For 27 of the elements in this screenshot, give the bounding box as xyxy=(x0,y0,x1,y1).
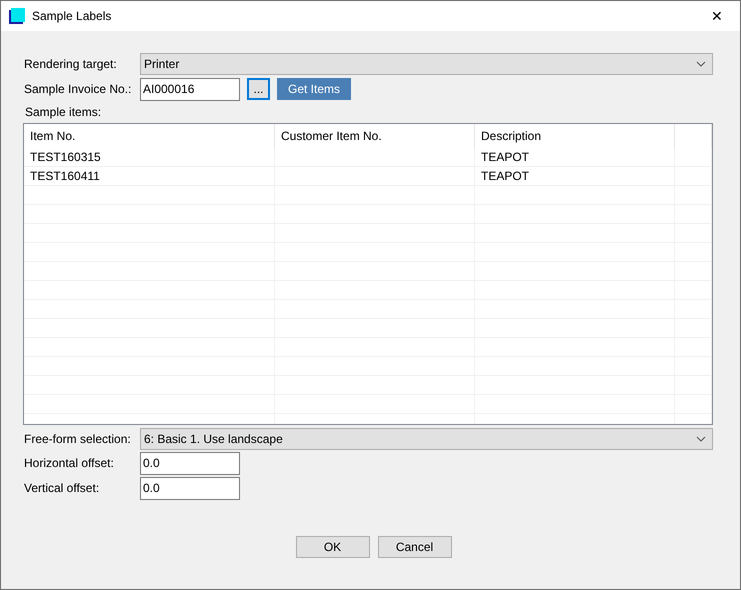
app-icon xyxy=(9,8,25,24)
input-field[interactable]: AI000016 xyxy=(140,78,240,100)
dropdown[interactable]: Printer xyxy=(140,53,713,75)
field-label: Rendering target: xyxy=(24,57,118,71)
chevron-icon xyxy=(696,61,706,67)
field-label: Vertical offset: xyxy=(24,481,100,495)
input-field[interactable]: 0.0 xyxy=(140,476,240,500)
close-button[interactable]: ✕ xyxy=(694,8,740,24)
column-header[interactable]: Item No. xyxy=(24,124,275,148)
cancel-button[interactable]: Cancel xyxy=(378,536,452,558)
field-label: Horizontal offset: xyxy=(24,456,115,470)
ok-button[interactable]: OK xyxy=(296,536,370,558)
table-cell: TEAPOT xyxy=(475,167,675,186)
table-cell: TEAPOT xyxy=(475,148,675,167)
chevron-icon xyxy=(696,436,706,442)
get-items-button[interactable]: Get Items xyxy=(277,78,351,100)
table-cell: TEST160315 xyxy=(24,148,275,167)
field-label: Free-form selection: xyxy=(24,432,132,446)
input-field[interactable]: 0.0 xyxy=(140,452,240,474)
window-title: Sample Labels xyxy=(32,9,112,23)
dropdown[interactable]: 6: Basic 1. Use landscape xyxy=(140,428,713,450)
section-label: Sample items: xyxy=(25,105,102,119)
browse-button[interactable]: ... xyxy=(247,78,270,100)
field-label: Sample Invoice No.: xyxy=(24,82,132,96)
column-header[interactable]: Customer Item No. xyxy=(275,124,475,148)
column-header[interactable]: Description xyxy=(475,124,675,148)
table-cell: TEST160411 xyxy=(24,167,275,186)
